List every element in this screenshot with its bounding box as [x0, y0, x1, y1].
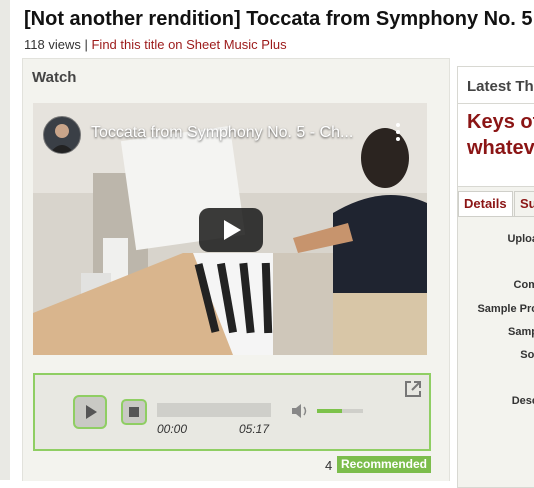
left-margin-strip [0, 0, 10, 480]
recommended-button[interactable]: Recommended [337, 456, 431, 473]
video-play-button[interactable] [199, 208, 263, 252]
latest-heading: Latest Th [467, 78, 534, 95]
latest-divider [458, 103, 534, 104]
recommend-count: 4 [325, 458, 333, 473]
more-vert-icon[interactable] [395, 123, 401, 143]
detail-label-sample-provider: Sample Pro [477, 303, 534, 315]
headline-line-2: whatev [467, 137, 534, 159]
popout-icon[interactable] [403, 379, 423, 399]
title-meta: 118 views | Find this title on Sheet Mus… [24, 37, 287, 52]
view-count: 118 views [24, 37, 81, 52]
volume-icon[interactable] [291, 403, 309, 419]
tab-summary[interactable]: Su [514, 191, 534, 216]
current-time: 00:00 [157, 422, 188, 436]
channel-avatar[interactable] [43, 116, 81, 154]
audio-play-button[interactable] [73, 395, 107, 429]
detail-label-description: Desc [511, 395, 534, 407]
latest-headline[interactable]: Keys of whatev [467, 109, 534, 161]
avatar-icon [50, 124, 74, 153]
video-embed[interactable]: Toccata from Symphony No. 5 - Ch... [33, 103, 427, 355]
detail-label-software: Sof [520, 349, 534, 361]
detail-label-upload: Uploa [507, 233, 534, 245]
sheet-music-link[interactable]: Find this title on Sheet Music Plus [91, 37, 286, 52]
tabs-divider [458, 216, 534, 217]
volume-slider[interactable] [317, 409, 363, 413]
detail-label-composer: Com [513, 279, 534, 291]
duration: 05:17 [239, 422, 270, 436]
volume-level [317, 409, 343, 413]
audio-stop-button[interactable] [121, 399, 147, 425]
headline-line-1: Keys of [467, 111, 534, 133]
watch-heading: Watch [32, 69, 77, 86]
details-panel: Details Su Uploa Com Sample Pro Samp Sof… [457, 186, 534, 488]
audio-player: 00:00 05:17 [33, 373, 431, 451]
tab-details[interactable]: Details [458, 191, 513, 216]
video-title[interactable]: Toccata from Symphony No. 5 - Ch... [91, 124, 353, 142]
detail-label-sample: Samp [508, 326, 534, 338]
page-title: [Not another rendition] Toccata from Sym… [24, 8, 533, 30]
audio-progress-track[interactable] [157, 403, 271, 417]
meta-separator: | [84, 37, 88, 52]
watch-panel: Watch Toccata from Symphony No. 5 - Ch..… [22, 58, 450, 481]
